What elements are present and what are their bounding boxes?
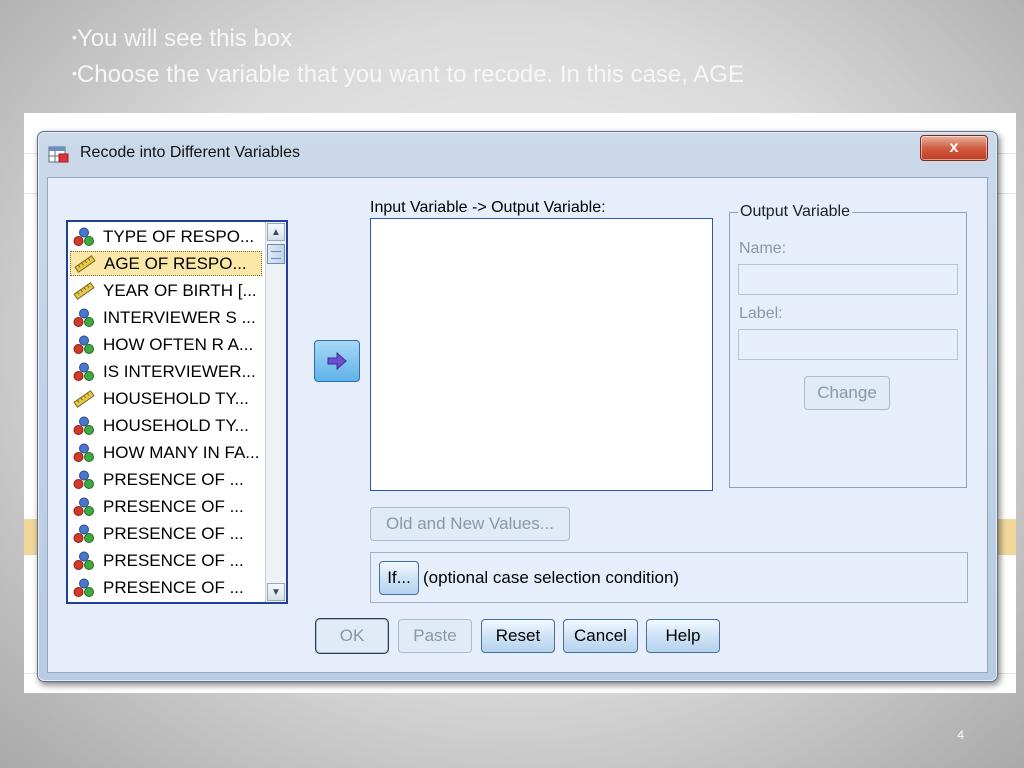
close-icon: x (949, 139, 959, 156)
variable-label: PRESENCE OF ... (103, 496, 244, 516)
output-variable-group: Output Variable Name: Label: Change (729, 203, 967, 488)
nominal-icon (73, 470, 94, 489)
variable-list[interactable]: TYPE OF RESPO... AGE OF RESPO... YEAR OF B… (66, 220, 288, 604)
close-button[interactable]: x (920, 135, 988, 161)
variable-item[interactable]: HOUSEHOLD TY... (70, 413, 262, 438)
variable-label: HOW OFTEN R A... (103, 334, 254, 354)
variable-label: INTERVIEWER S ... (103, 307, 256, 327)
scroll-up-button[interactable]: ▲ (267, 223, 285, 241)
page-number: 4 (957, 728, 964, 742)
variable-list-scrollbar[interactable]: ▲ ▼ (265, 222, 286, 602)
nominal-icon (73, 497, 94, 516)
variable-item[interactable]: PRESENCE OF ... (70, 521, 262, 546)
variable-item[interactable]: PRESENCE OF ... (70, 494, 262, 519)
nominal-icon (73, 227, 94, 246)
bullet-line: •Choose the variable that you want to re… (72, 61, 744, 88)
variable-item[interactable]: PRESENCE OF ... (70, 548, 262, 573)
label-field[interactable] (738, 329, 958, 360)
old-and-new-values-button[interactable]: Old and New Values... (370, 507, 570, 541)
variable-item[interactable]: AGE OF RESPO... (70, 251, 262, 276)
nominal-icon (73, 362, 94, 381)
variable-item[interactable]: IS INTERVIEWER... (70, 359, 262, 384)
dialog-body: TYPE OF RESPO... AGE OF RESPO... YEAR OF B… (47, 177, 988, 673)
help-button[interactable]: Help (646, 619, 720, 653)
variable-label: PRESENCE OF ... (103, 550, 244, 570)
change-button[interactable]: Change (804, 376, 890, 410)
scale-icon (73, 281, 95, 300)
variable-label: TYPE OF RESPO... (103, 226, 255, 246)
io-variable-listbox[interactable] (370, 218, 713, 491)
nominal-icon (73, 551, 94, 570)
if-button[interactable]: If... (379, 561, 419, 595)
io-variable-label: Input Variable -> Output Variable: (370, 199, 606, 216)
name-label: Name: (739, 240, 787, 257)
variable-item[interactable]: PRESENCE OF ... (70, 575, 262, 600)
paste-button[interactable]: Paste (398, 619, 472, 653)
condition-label: (optional case selection condition) (423, 568, 680, 587)
case-selection-box: If... (optional case selection condition… (370, 552, 968, 603)
variable-label: PRESENCE OF ... (103, 523, 244, 543)
variable-item[interactable]: HOUSEHOLD TY... (70, 386, 262, 411)
variable-label: AGE OF RESPO... (104, 253, 247, 273)
cancel-button[interactable]: Cancel (563, 619, 638, 653)
arrow-right-icon (327, 352, 347, 370)
nominal-icon (73, 335, 94, 354)
variable-item[interactable]: HOW MANY IN FA... (70, 440, 262, 465)
nominal-icon (73, 308, 94, 327)
nominal-icon (73, 524, 94, 543)
scale-icon (74, 254, 96, 273)
dialog-title: Recode into Different Variables (80, 144, 300, 161)
variable-label: PRESENCE OF ... (103, 577, 244, 597)
scroll-up-icon: ▲ (271, 226, 281, 238)
nominal-icon (73, 416, 94, 435)
recode-app-icon (48, 146, 69, 163)
variable-label: HOW MANY IN FA... (103, 442, 260, 462)
variable-label: HOUSEHOLD TY... (103, 415, 249, 435)
ok-button[interactable]: OK (316, 619, 388, 653)
variable-item[interactable]: PRESENCE OF ... (70, 467, 262, 492)
move-to-output-button[interactable] (314, 340, 360, 382)
variable-item[interactable]: HOW OFTEN R A... (70, 332, 262, 357)
variable-label: YEAR OF BIRTH [... (103, 280, 257, 300)
nominal-icon (73, 443, 94, 462)
scale-icon (73, 389, 95, 408)
name-field[interactable] (738, 264, 958, 295)
variable-label: HOUSEHOLD TY... (103, 388, 249, 408)
scroll-thumb[interactable] (267, 244, 285, 264)
bullet-line: •You will see this box (72, 25, 293, 52)
label-label: Label: (739, 305, 783, 322)
variable-label: PRESENCE OF ... (103, 469, 244, 489)
reset-button[interactable]: Reset (481, 619, 555, 653)
nominal-icon (73, 578, 94, 597)
variable-item[interactable]: YEAR OF BIRTH [... (70, 278, 262, 303)
output-variable-legend: Output Variable (738, 203, 852, 221)
variable-item[interactable]: INTERVIEWER S ... (70, 305, 262, 330)
slide-text: •You will see this box •Choose the varia… (72, 20, 744, 92)
scroll-down-icon: ▼ (271, 586, 281, 598)
scroll-down-button[interactable]: ▼ (267, 583, 285, 601)
recode-dialog: Recode into Different Variables x TYPE O… (37, 131, 998, 682)
variable-label: IS INTERVIEWER... (103, 361, 256, 381)
variable-item[interactable]: TYPE OF RESPO... (70, 224, 262, 249)
